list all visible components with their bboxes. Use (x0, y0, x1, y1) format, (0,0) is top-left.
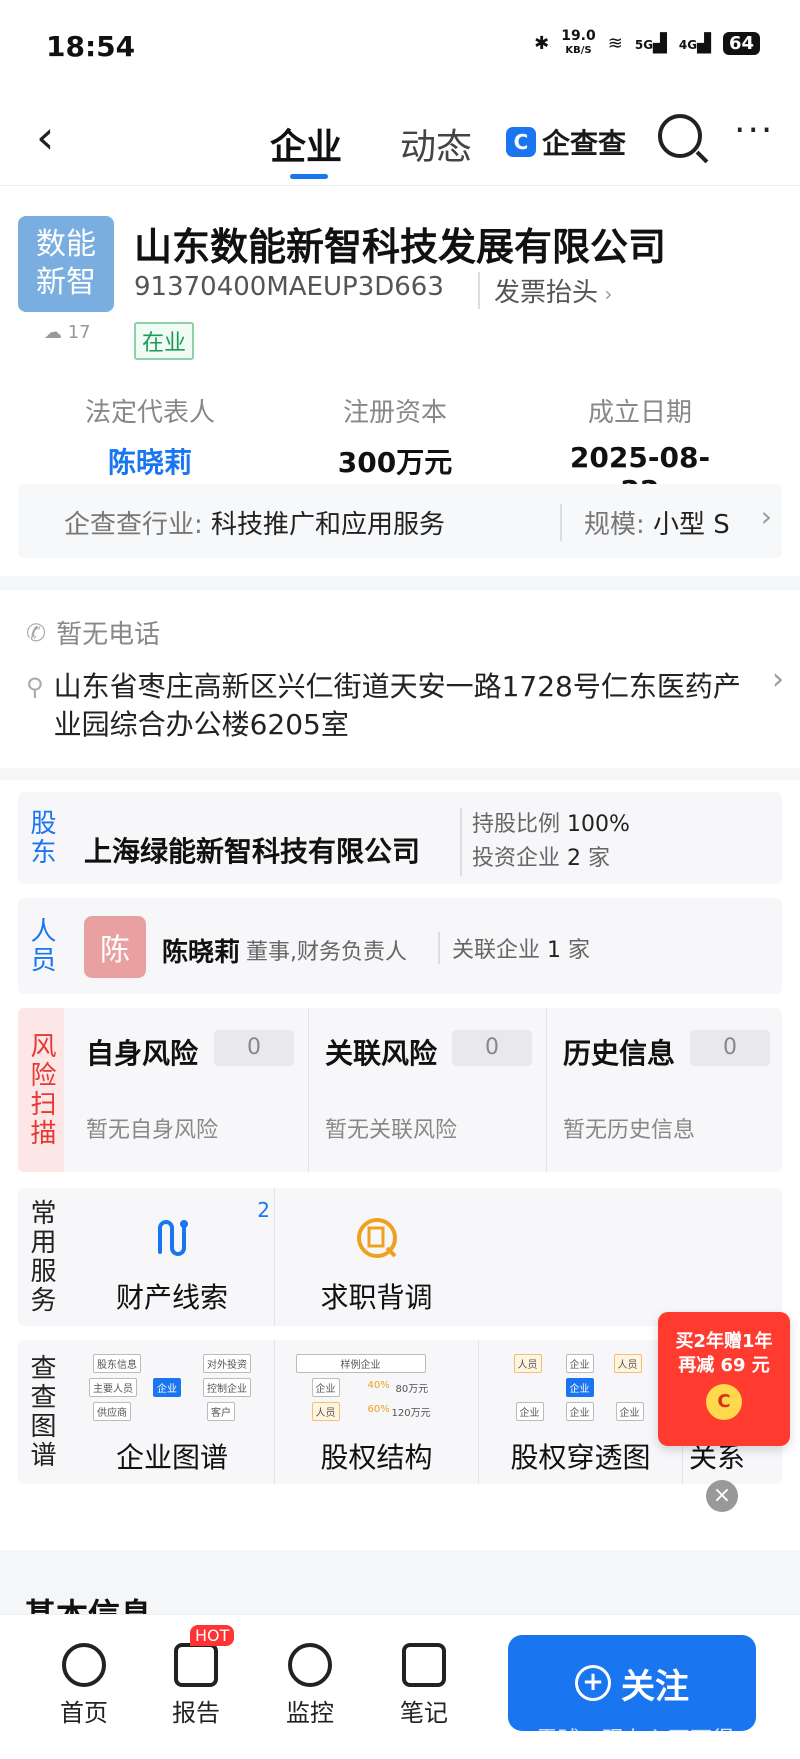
top-nav-bar: ‹ 企业 动态 C 企查查 ··· (0, 96, 800, 186)
company-header-card: 数能 新智 ☁ 17 山东数能新智科技发展有限公司 91370400MAEUP3… (0, 186, 800, 576)
graph-equity-structure[interactable]: 样例企业 企业 40% 80万元 人员 60% 120万元 股权结构 (274, 1340, 478, 1484)
edit-icon (402, 1643, 446, 1687)
risk-related[interactable]: 关联风险 0 暂无关联风险 (308, 1008, 546, 1172)
shareholder-meta: 持股比例 100% 投资企业 2 家 (460, 808, 630, 876)
status-bar: 18:54 ✱ 19.0 KB/S ≋ 5G▟ 4G▟ 64 (0, 0, 800, 96)
scale-info: 规模: 小型 S (560, 504, 730, 541)
person-name[interactable]: 陈晓莉 (162, 932, 240, 969)
risk-side-label: 风险扫描 (18, 1008, 64, 1172)
promo-float-banner[interactable]: 买2年赠1年 再减 69 元 C (658, 1312, 790, 1446)
search-icon[interactable] (658, 114, 702, 158)
shareholder-name[interactable]: 上海绿能新智科技有限公司 (84, 830, 420, 870)
more-icon[interactable]: ··· (734, 110, 774, 151)
registered-capital: 注册资本 300万元 (337, 398, 453, 479)
location-pin-icon: ⚲ (26, 673, 44, 701)
status-icons: ✱ 19.0 KB/S ≋ 5G▟ 4G▟ 64 (534, 28, 760, 57)
shareholder-block[interactable]: 股东 上海绿能新智科技有限公司 持股比例 100% 投资企业 2 家 (18, 792, 782, 884)
battery-icon: 64 (722, 32, 760, 55)
coin-icon: C (706, 1384, 742, 1420)
link-icon (158, 1220, 188, 1256)
active-tab-indicator (290, 174, 328, 179)
tab-monitor[interactable]: 监控 (270, 1643, 350, 1728)
view-count: ☁ 17 (44, 322, 91, 343)
camera-icon (288, 1643, 332, 1687)
invoice-header-link[interactable]: 发票抬头 › (478, 272, 612, 309)
risk-self[interactable]: 自身风险 0 暂无自身风险 (70, 1008, 308, 1172)
avatar: 陈 (84, 916, 146, 978)
wifi-icon: ≋ (607, 33, 623, 54)
watermark: 雪球：现在心不可得 (536, 1728, 735, 1753)
industry-info: 企查查行业: 科技推广和应用服务 (64, 510, 446, 540)
tab-home[interactable]: 首页 (44, 1643, 124, 1728)
home-icon (62, 1643, 106, 1687)
legal-representative[interactable]: 法定代表人 陈晓莉 (76, 392, 224, 481)
chevron-right-icon: › (772, 662, 784, 697)
back-icon[interactable]: ‹ (36, 114, 54, 160)
bluetooth-icon: ✱ (534, 33, 550, 54)
personnel-side-label: 人员 (26, 917, 56, 975)
address-row[interactable]: ⚲ 山东省枣庄高新区兴仁街道天安一路1728号仁东医药产业园综合办公楼6205室 (26, 668, 746, 744)
equity-structure-thumbnail: 样例企业 企业 40% 80万元 人员 60% 120万元 (292, 1352, 462, 1426)
eye-icon: ☁ (44, 322, 62, 343)
signal-4g-icon: 4G▟ (678, 33, 711, 54)
tab-report[interactable]: HOT 报告 (156, 1625, 236, 1728)
tab-company[interactable]: 企业 (270, 118, 342, 170)
risk-scan-block: 风险扫描 自身风险 0 暂无自身风险 关联风险 0 暂无关联风险 历史信息 0 … (18, 1008, 782, 1172)
graph-equity-penetration[interactable]: 人员 企业 人员 企业 企业 企业 企业 股权穿透图 (478, 1340, 682, 1484)
service-job-background[interactable]: 求职背调 (274, 1188, 478, 1326)
status-badge: 在业 (134, 322, 195, 360)
building-search-icon (356, 1218, 397, 1258)
report-icon (174, 1643, 218, 1687)
phone-row[interactable]: ✆ 暂无电话 (26, 614, 160, 651)
tab-notes[interactable]: 笔记 (384, 1643, 464, 1728)
contact-card: ✆ 暂无电话 ⚲ 山东省枣庄高新区兴仁街道天安一路1728号仁东医药产业园综合办… (0, 590, 800, 768)
person-associated[interactable]: 关联企业 1 家 (438, 932, 590, 964)
graph-enterprise[interactable]: 股东信息 对外投资 主要人员 企业 控制企业 供应商 客户 企业图谱 (70, 1340, 274, 1484)
chevron-right-icon: › (760, 500, 772, 533)
clock: 18:54 (46, 30, 136, 63)
company-name[interactable]: 山东数能新智科技发展有限公司 (134, 216, 666, 271)
net-speed: 19.0 KB/S (561, 28, 596, 56)
service-property-clues[interactable]: 2 财产线索 (70, 1188, 274, 1326)
enterprise-graph-thumbnail: 股东信息 对外投资 主要人员 企业 控制企业 供应商 客户 (87, 1352, 257, 1426)
risk-history[interactable]: 历史信息 0 暂无历史信息 (546, 1008, 784, 1172)
hot-badge: HOT (190, 1625, 235, 1646)
person-role: 董事,财务负责人 (246, 940, 407, 965)
follow-button[interactable]: + 关注 (508, 1635, 756, 1731)
qichacha-icon: C (506, 127, 536, 157)
graphs-side-label: 查查图谱 (26, 1354, 56, 1470)
phone-icon: ✆ (26, 618, 47, 647)
brand-name: 企查查 (542, 127, 627, 160)
tab-dynamics[interactable]: 动态 (400, 118, 472, 170)
services-block: 常用服务 2 财产线索 求职背调 (18, 1188, 782, 1326)
credit-code[interactable]: 91370400MAEUP3D663 (134, 272, 444, 302)
services-side-label: 常用服务 (26, 1199, 56, 1315)
plus-icon: + (575, 1665, 611, 1701)
company-logo: 数能 新智 (18, 216, 114, 312)
signal-5g-icon: 5G▟ (634, 33, 667, 54)
personnel-block[interactable]: 人员 陈 陈晓莉 董事,财务负责人 关联企业 1 家 (18, 898, 782, 994)
shareholder-side-label: 股东 (26, 809, 56, 867)
close-icon[interactable]: × (706, 1480, 738, 1512)
brand-logo: C 企查查 (506, 122, 626, 162)
service-badge: 2 (257, 1198, 270, 1222)
basic-info-title: 基本信息 (24, 1590, 152, 1614)
equity-penetration-thumbnail: 人员 企业 人员 企业 企业 企业 企业 (496, 1352, 666, 1426)
industry-scale-bar[interactable]: 企查查行业: 科技推广和应用服务 规模: 小型 S › (18, 484, 782, 558)
